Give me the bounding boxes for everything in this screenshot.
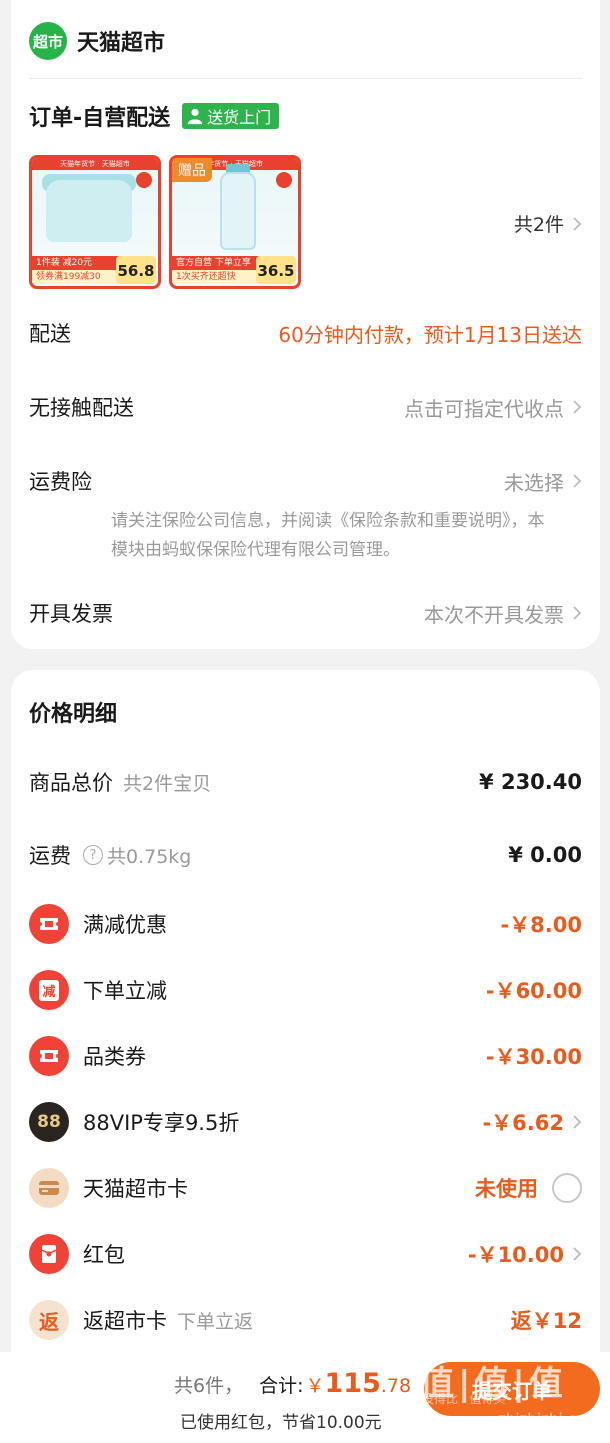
goods-total-label: 商品总价 xyxy=(29,771,113,795)
product-promo: 1件装 减20元 xyxy=(32,256,120,270)
item-count-link[interactable]: 共2件 xyxy=(514,210,582,237)
lotion-bottle-graphic xyxy=(220,172,256,250)
discount-row: 满减优惠 -￥8.00 xyxy=(29,904,582,944)
contactless-label: 无接触配送 xyxy=(29,396,134,420)
discount-row: 减 下单立减 -￥60.00 xyxy=(29,970,582,1010)
cashback-amount: 返￥12 xyxy=(510,1309,582,1333)
discount-label: 满减优惠 xyxy=(83,913,167,937)
watermark-url: zhizhizhi.com xyxy=(498,1410,600,1428)
discount-label: 返超市卡 xyxy=(83,1309,167,1333)
store-header[interactable]: 超市 天猫超市 xyxy=(29,22,165,60)
product-coupon: 领券满199减30 xyxy=(32,270,120,284)
coupon-icon xyxy=(29,1036,69,1076)
discount-label: 红包 xyxy=(83,1243,125,1267)
price-detail-card: 价格明细 商品总价 共2件宝贝 ¥ 230.40 运费 ? 共0.75kg ¥ … xyxy=(11,670,600,1370)
store-name: 天猫超市 xyxy=(77,31,166,56)
total-decimal: .78 xyxy=(380,1375,412,1397)
total-integer: 115 xyxy=(324,1368,381,1399)
cashback-icon: 返 xyxy=(29,1300,69,1340)
door-delivery-badge: 送货上门 xyxy=(182,103,280,129)
card-status: 未使用 xyxy=(475,1177,538,1201)
discount-row: 品类券 -￥30.00 xyxy=(29,1036,582,1076)
supermarket-card-row[interactable]: 天猫超市卡 未使用 xyxy=(29,1168,582,1208)
product-coupon: 1次买齐还超快 xyxy=(172,270,260,284)
invoice-value: 本次不开具发票 xyxy=(424,602,564,627)
person-icon xyxy=(187,108,203,125)
ticket-icon xyxy=(29,904,69,944)
product-thumbnail[interactable]: 年货节 · 天猫超市 赠品 官方自营 下单立享 1次买齐还超快 36.5 xyxy=(169,155,301,289)
discount-label: 下单立减 xyxy=(83,979,167,1003)
chevron-right-icon xyxy=(573,1115,582,1129)
product-promo: 官方自营 下单立享 xyxy=(172,256,260,270)
discount-amount: -￥30.00 xyxy=(485,1045,582,1069)
insurance-row[interactable]: 运费险 未选择 xyxy=(29,466,582,496)
delivery-eta: 60分钟内付款，预计1月13日送达 xyxy=(278,322,582,347)
invoice-row[interactable]: 开具发票 本次不开具发票 xyxy=(29,598,582,628)
cashback-row: 返 返超市卡 下单立返 返￥12 xyxy=(29,1300,582,1340)
discount-label: 品类券 xyxy=(83,1045,146,1069)
delivery-label: 配送 xyxy=(29,322,71,346)
product-thumbnail[interactable]: 天猫年货节 · 天猫超市 1件装 减20元 领券满199减30 56.8 xyxy=(29,155,161,289)
chevron-right-icon xyxy=(573,400,582,414)
total-summary: 共6件， 合计: ￥ 115 .78 xyxy=(174,1368,411,1399)
red-packet-row[interactable]: 红包 -￥10.00 xyxy=(29,1234,582,1274)
total-count: 共6件， xyxy=(174,1375,244,1397)
card-radio[interactable] xyxy=(552,1173,582,1203)
contactless-value: 点击可指定代收点 xyxy=(404,396,564,421)
instant-reduce-icon-text: 减 xyxy=(39,979,59,1001)
order-title: 订单-自营配送 xyxy=(29,106,171,131)
discount-amount: -￥60.00 xyxy=(485,979,582,1003)
savings-note: 已使用红包，节省10.00元 xyxy=(180,1413,382,1433)
chevron-right-icon xyxy=(573,474,582,488)
product-strip: 天猫年货节 · 天猫超市 xyxy=(32,158,158,170)
shipping-row: 运费 ? 共0.75kg ¥ 0.00 xyxy=(29,835,582,875)
order-card: 超市 天猫超市 订单-自营配送 送货上门 天猫年货节 · 天猫超市 1件装 减2… xyxy=(11,0,600,649)
shipping-weight: 共0.75kg xyxy=(107,845,192,868)
help-icon[interactable]: ? xyxy=(83,845,103,865)
goods-total-row: 商品总价 共2件宝贝 ¥ 230.40 xyxy=(29,762,582,802)
item-count: 共2件 xyxy=(513,214,564,236)
card-icon xyxy=(29,1168,69,1208)
shipping-label: 运费 xyxy=(29,844,71,868)
insurance-note: 请关注保险公司信息，并阅读《保险条款和重要说明》，本模块由蚂蚁保保险代理有限公司… xyxy=(111,511,545,560)
insurance-label: 运费险 xyxy=(29,470,92,494)
delivery-row: 配送 60分钟内付款，预计1月13日送达 xyxy=(29,318,582,348)
cream-jar-graphic xyxy=(46,180,132,242)
tmall-supermarket-logo: 超市 xyxy=(29,22,67,60)
contactless-row[interactable]: 无接触配送 点击可指定代收点 xyxy=(29,392,582,422)
watermark-tag: 没得比 · 值得买 xyxy=(422,1392,506,1406)
badge-label: 送货上门 xyxy=(207,108,272,127)
chevron-right-icon xyxy=(573,606,582,620)
order-title-row: 订单-自营配送 送货上门 xyxy=(29,100,280,132)
discount-label: 88VIP专享9.5折 xyxy=(83,1111,240,1135)
discount-amount: -￥6.62 xyxy=(482,1111,564,1135)
lantern-icon xyxy=(136,172,152,188)
price-detail-title: 价格明细 xyxy=(29,702,118,727)
instant-reduce-icon: 减 xyxy=(29,970,69,1010)
gift-tag: 赠品 xyxy=(172,158,212,182)
divider xyxy=(29,78,582,79)
discount-label: 天猫超市卡 xyxy=(83,1177,188,1201)
vip-discount-row[interactable]: 88 88VIP专享9.5折 -￥6.62 xyxy=(29,1102,582,1142)
goods-total-amount: ¥ 230.40 xyxy=(479,770,582,794)
discount-amount: -￥10.00 xyxy=(467,1243,564,1267)
vip-88-icon: 88 xyxy=(29,1102,69,1142)
invoice-label: 开具发票 xyxy=(29,602,113,626)
product-price: 36.5 xyxy=(256,256,296,284)
total-label: 合计: xyxy=(259,1375,304,1397)
chevron-right-icon xyxy=(573,1247,582,1261)
lantern-icon xyxy=(276,172,292,188)
discount-amount: -￥8.00 xyxy=(500,913,582,937)
goods-total-sub: 共2件宝贝 xyxy=(123,772,212,795)
product-price: 56.8 xyxy=(116,256,156,284)
chevron-right-icon xyxy=(573,216,582,231)
total-currency: ￥ xyxy=(305,1375,325,1397)
cashback-sub: 下单立返 xyxy=(177,1310,254,1333)
shipping-amount: ¥ 0.00 xyxy=(508,843,582,867)
insurance-value: 未选择 xyxy=(504,470,564,495)
red-packet-icon xyxy=(29,1234,69,1274)
